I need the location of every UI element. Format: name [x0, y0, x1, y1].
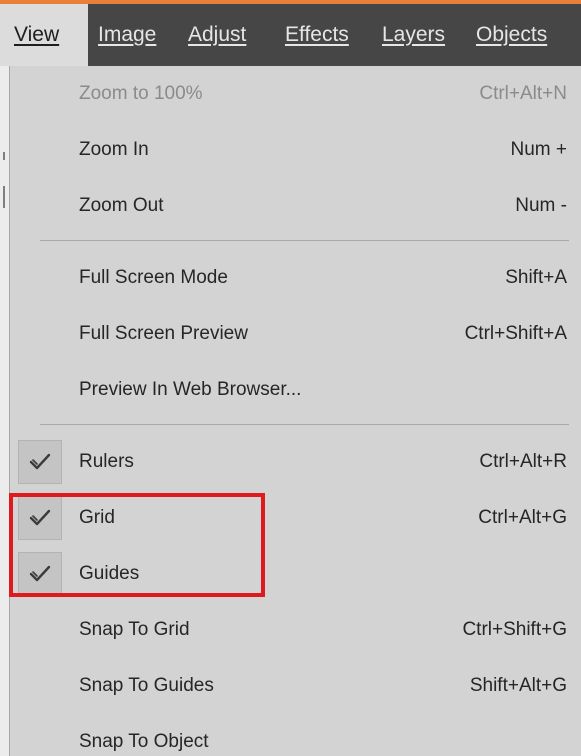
view-menu-dropdown: Zoom to 100% Ctrl+Alt+N Zoom In Num + Zo…: [10, 66, 581, 756]
menu-item-label: Snap To Guides: [79, 675, 214, 696]
menu-item-label: Full Screen Preview: [79, 323, 248, 344]
menu-item-shortcut: Ctrl+Shift+A: [464, 323, 567, 344]
menu-item-label: Snap To Object: [79, 731, 209, 752]
menu-item-zoom-out[interactable]: Zoom Out Num -: [10, 178, 581, 234]
menu-image[interactable]: Image: [98, 4, 156, 66]
menu-bar: View Image Adjust Effects Layers Objects: [0, 4, 581, 66]
workspace-edge: [0, 66, 10, 756]
menu-item-snap-to-guides[interactable]: Snap To Guides Shift+Alt+G: [10, 658, 581, 714]
menu-item-shortcut: Ctrl+Alt+N: [479, 83, 567, 104]
checkmark-box: [18, 552, 62, 596]
ruler-tick: [3, 186, 5, 208]
menu-item-shortcut: Shift+A: [505, 267, 567, 288]
menu-effects[interactable]: Effects: [285, 4, 349, 66]
menu-item-shortcut: Shift+Alt+G: [469, 675, 567, 696]
menu-item-label: Snap To Grid: [79, 619, 190, 640]
menu-item-label: Zoom Out: [79, 195, 164, 216]
menu-item-label: Guides: [79, 563, 140, 584]
menu-layers[interactable]: Layers: [382, 4, 445, 66]
menu-item-zoom-in[interactable]: Zoom In Num +: [10, 122, 581, 178]
menu-item-label: Zoom to 100%: [79, 83, 203, 104]
menu-item-zoom-to-100[interactable]: Zoom to 100% Ctrl+Alt+N: [10, 66, 581, 122]
menu-item-rulers[interactable]: Rulers Ctrl+Alt+R: [10, 434, 581, 490]
menu-item-full-screen-preview[interactable]: Full Screen Preview Ctrl+Shift+A: [10, 306, 581, 362]
app-window: View Image Adjust Effects Layers Objects…: [0, 0, 581, 756]
menu-separator: [40, 240, 569, 241]
checkmark-box: [18, 440, 62, 484]
menu-item-shortcut: Num -: [515, 195, 567, 216]
menu-item-label: Zoom In: [79, 139, 149, 160]
menu-item-shortcut: Ctrl+Alt+R: [479, 451, 567, 472]
menu-item-shortcut: Num +: [510, 139, 568, 160]
menu-item-label: Grid: [79, 507, 115, 528]
menu-item-shortcut: Ctrl+Alt+G: [478, 507, 567, 528]
menu-separator: [40, 424, 569, 425]
checkmark-icon: [29, 509, 51, 526]
menu-item-full-screen-mode[interactable]: Full Screen Mode Shift+A: [10, 250, 581, 306]
ruler-tick: [3, 152, 5, 160]
menu-item-snap-to-grid[interactable]: Snap To Grid Ctrl+Shift+G: [10, 602, 581, 658]
menu-objects[interactable]: Objects: [476, 4, 547, 66]
menu-item-guides[interactable]: Guides: [10, 546, 581, 602]
menu-adjust[interactable]: Adjust: [188, 4, 246, 66]
menu-item-label: Preview In Web Browser...: [79, 379, 302, 400]
checkmark-icon: [29, 453, 51, 470]
menu-item-shortcut: Ctrl+Shift+G: [462, 619, 567, 640]
menu-item-label: Full Screen Mode: [79, 267, 228, 288]
menu-item-grid[interactable]: Grid Ctrl+Alt+G: [10, 490, 581, 546]
menu-item-snap-to-object[interactable]: Snap To Object: [10, 714, 581, 756]
checkmark-icon: [29, 565, 51, 582]
menu-view[interactable]: View: [0, 4, 88, 66]
checkmark-box: [18, 496, 62, 540]
menu-item-preview-in-web-browser[interactable]: Preview In Web Browser...: [10, 362, 581, 418]
menu-item-label: Rulers: [79, 451, 134, 472]
